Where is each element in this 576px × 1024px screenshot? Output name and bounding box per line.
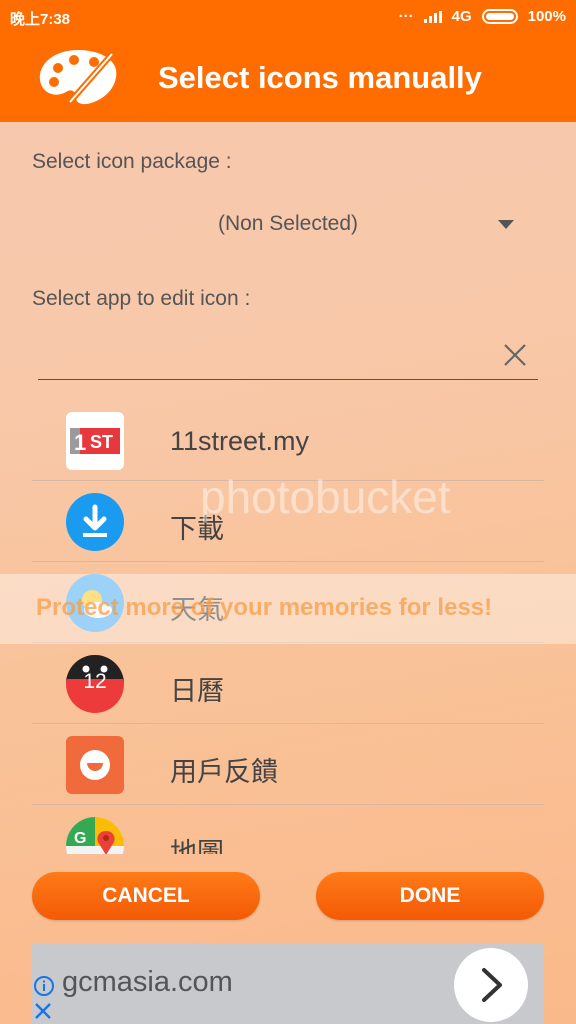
- svg-text:ST: ST: [90, 432, 113, 452]
- more-dots-icon: ···: [398, 8, 414, 25]
- list-item[interactable]: 用戶反饋: [32, 724, 544, 805]
- 11street-icon: ST 1: [66, 412, 124, 470]
- page-title: Select icons manually: [158, 60, 482, 95]
- status-battery: 100%: [527, 8, 566, 25]
- chevron-right-icon: [482, 968, 502, 1002]
- icon-package-label: Select icon package :: [32, 150, 232, 173]
- feedback-icon: [66, 736, 124, 794]
- watermark-brand: photobucket: [200, 471, 451, 523]
- ad-banner[interactable]: gcmasia.com: [32, 944, 544, 1024]
- chevron-down-icon: [498, 220, 514, 229]
- app-name: 11street.my: [170, 426, 310, 456]
- app-name: 地圖: [170, 838, 224, 854]
- download-icon: [66, 493, 124, 551]
- cancel-button[interactable]: CANCEL: [32, 872, 260, 920]
- ad-open-button[interactable]: [454, 948, 528, 1022]
- done-button[interactable]: DONE: [316, 872, 544, 920]
- watermark-slogan: Protect more of your memories for less!: [36, 594, 493, 621]
- maps-icon: G: [66, 817, 124, 854]
- app-search-field: [38, 330, 538, 380]
- close-icon[interactable]: [502, 342, 528, 368]
- status-bar: 晚上7:38 ··· 4G 100%: [0, 0, 576, 34]
- list-item[interactable]: G 地圖: [32, 805, 544, 854]
- app-name: 日曆: [170, 676, 224, 706]
- calendar-badge: 12: [83, 670, 107, 693]
- list-item[interactable]: ST 1 11street.my: [32, 400, 544, 481]
- icon-package-dropdown[interactable]: (Non Selected): [32, 200, 544, 250]
- icon-package-value: (Non Selected): [217, 212, 359, 235]
- status-time: 晚上7:38: [10, 11, 71, 28]
- app-name: 用戶反饋: [170, 757, 278, 787]
- list-item[interactable]: 12 日曆: [32, 643, 544, 724]
- app-select-label: Select app to edit icon :: [32, 287, 251, 310]
- status-network: 4G: [451, 8, 472, 25]
- signal-icon: [423, 10, 442, 23]
- palette-icon: [39, 50, 117, 105]
- info-icon[interactable]: [34, 976, 54, 996]
- svg-text:G: G: [74, 830, 86, 847]
- svg-text:1: 1: [74, 430, 86, 455]
- battery-icon: [481, 9, 518, 24]
- ad-close-icon[interactable]: [34, 1002, 52, 1020]
- ad-url[interactable]: gcmasia.com: [62, 966, 233, 999]
- app-bar: 晚上7:38 ··· 4G 100% Select icons manually: [0, 0, 576, 122]
- app-search-input[interactable]: [38, 340, 488, 370]
